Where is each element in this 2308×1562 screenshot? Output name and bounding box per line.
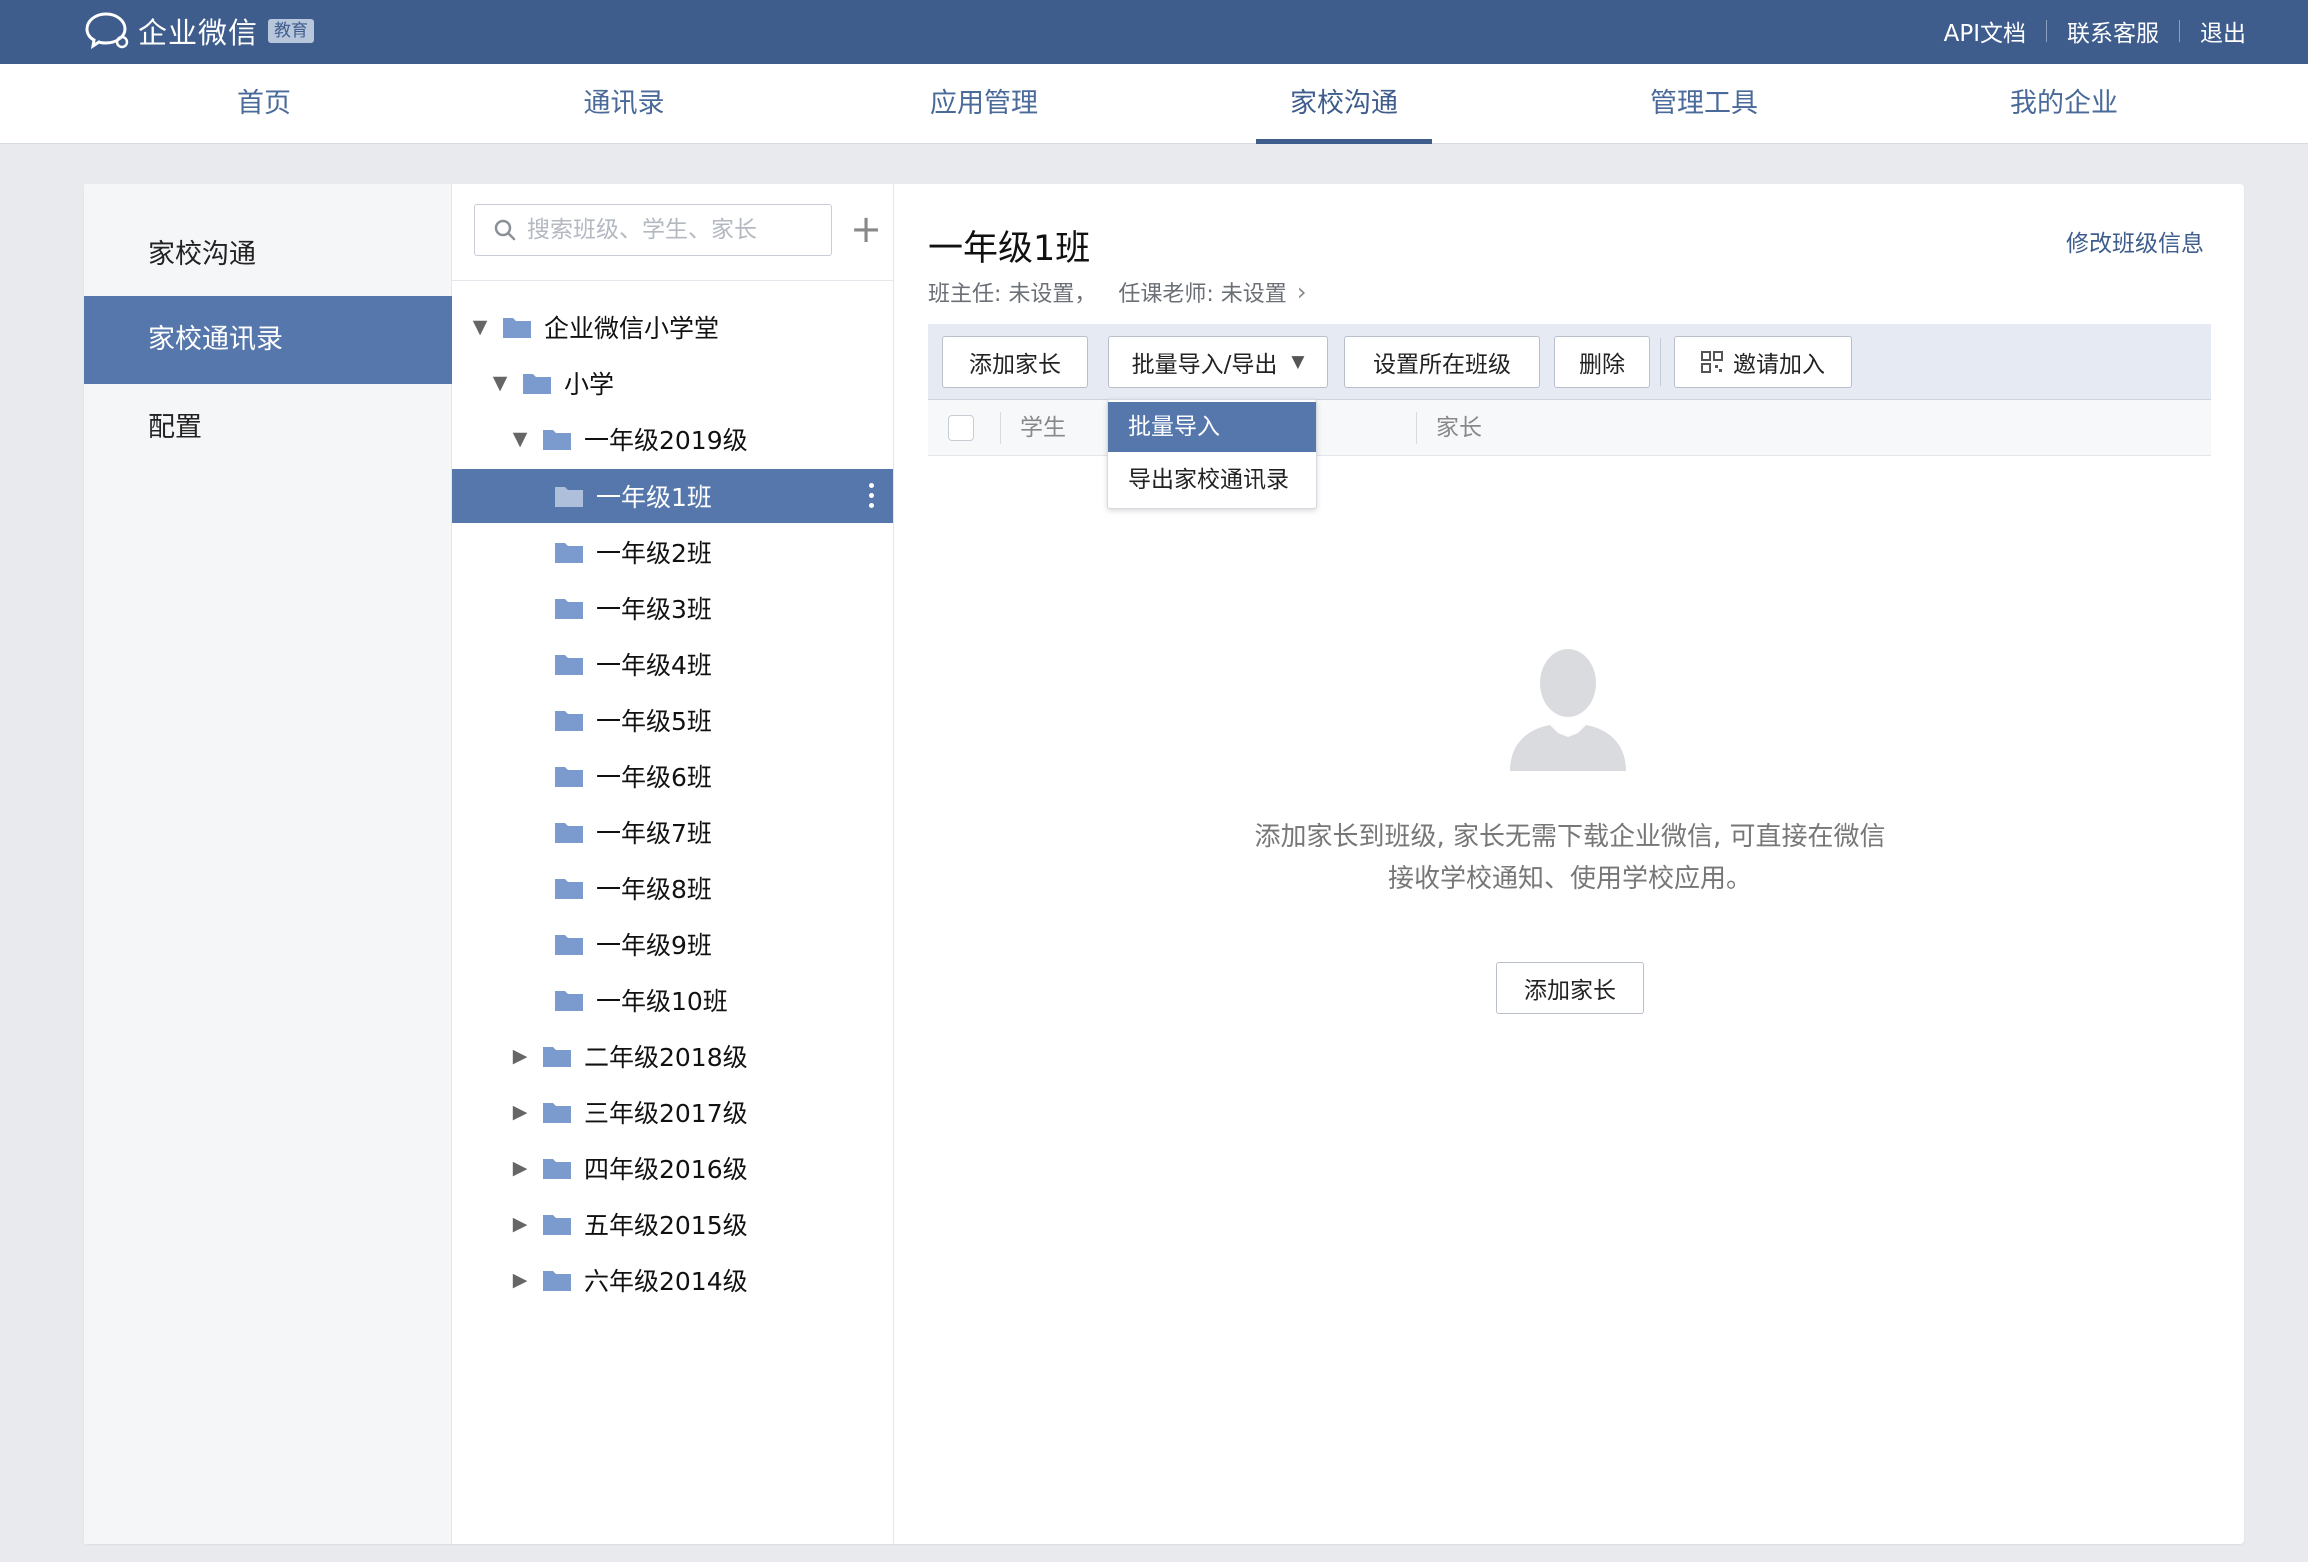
tree-node-class[interactable]: 一年级8班: [452, 861, 893, 915]
folder-icon: [555, 487, 583, 507]
empty-add-parent-button[interactable]: 添加家长: [1496, 962, 1644, 1014]
tree-node-grade[interactable]: ▶ 二年级2018级: [452, 1029, 893, 1083]
contact-support-link[interactable]: 联系客服: [2067, 14, 2159, 48]
menu-item-batch-import[interactable]: 批量导入: [1108, 402, 1316, 452]
nav-tools[interactable]: 管理工具: [1616, 64, 1792, 144]
folder-icon: [555, 991, 583, 1011]
sidebar-item-contacts[interactable]: 家校通讯录: [84, 296, 452, 384]
collapse-arrow-icon[interactable]: ▶: [510, 1213, 530, 1235]
app-name: 企业微信: [138, 16, 259, 50]
collapse-arrow-icon[interactable]: ▶: [510, 1157, 530, 1179]
select-all-checkbox[interactable]: [948, 415, 974, 441]
menu-item-export-contacts[interactable]: 导出家校通讯录: [1108, 455, 1316, 505]
search-icon: [494, 219, 516, 241]
folder-icon: [523, 374, 551, 394]
wecom-logo-icon: [85, 12, 129, 50]
delete-button[interactable]: 删除: [1554, 336, 1650, 388]
link-divider: [2179, 20, 2180, 42]
tree-node-grade[interactable]: ▼ 一年级2019级: [452, 412, 893, 466]
nav-home-school[interactable]: 家校沟通: [1256, 64, 1432, 144]
search-box: [474, 204, 832, 256]
folder-icon: [543, 1215, 571, 1235]
nav-contacts[interactable]: 通讯录: [536, 64, 712, 144]
folder-icon: [555, 823, 583, 843]
divider: [452, 280, 894, 281]
main-nav: 首页 通讯录 应用管理 家校沟通 管理工具 我的企业: [0, 64, 2308, 144]
logo[interactable]: 企业微信 教育: [84, 10, 315, 52]
nav-my-company[interactable]: 我的企业: [1976, 64, 2152, 144]
tree-node-grade[interactable]: ▶ 六年级2014级: [452, 1253, 893, 1307]
import-export-button[interactable]: 批量导入/导出 ▼: [1108, 336, 1328, 388]
folder-icon: [555, 543, 583, 563]
folder-icon: [555, 879, 583, 899]
expand-arrow-icon[interactable]: ▼: [510, 428, 530, 450]
folder-icon: [543, 1271, 571, 1291]
tree-node-class[interactable]: 一年级7班: [452, 805, 893, 859]
page-title: 一年级1班: [928, 229, 1091, 269]
folder-icon: [555, 767, 583, 787]
sidebar-item-home-school[interactable]: 家校沟通: [84, 211, 452, 299]
add-plus-icon[interactable]: +: [848, 206, 884, 252]
tree-node-grade[interactable]: ▶ 四年级2016级: [452, 1141, 893, 1195]
folder-icon: [555, 711, 583, 731]
import-export-dropdown: 批量导入 导出家校通讯录: [1107, 399, 1317, 509]
invite-button[interactable]: 邀请加入: [1674, 336, 1852, 388]
col-student: 学生: [1020, 415, 1066, 441]
tree-node-class[interactable]: 一年级2班: [452, 525, 893, 579]
empty-avatar-icon: [1510, 649, 1626, 771]
logout-link[interactable]: 退出: [2200, 14, 2246, 48]
main-panel: 家校沟通 家校通讯录 配置 + ▼ 企业微信小学堂 ▼ 小学 ▼ 一年级2019…: [84, 184, 2244, 1544]
sidebar-item-config[interactable]: 配置: [84, 384, 452, 472]
edu-badge: 教育: [268, 19, 315, 43]
api-doc-link[interactable]: API文档: [1944, 14, 2026, 48]
caret-down-icon: ▼: [1291, 352, 1305, 372]
class-tree: + ▼ 企业微信小学堂 ▼ 小学 ▼ 一年级2019级 一年级1班 一年级2班: [452, 184, 894, 1544]
toolbar: 添加家长 批量导入/导出 ▼ 设置所在班级 删除 邀请加入: [928, 324, 2211, 400]
tree-node-root[interactable]: ▼ 企业微信小学堂: [452, 300, 893, 354]
expand-arrow-icon[interactable]: ▼: [470, 316, 490, 338]
folder-icon: [555, 655, 583, 675]
head-teacher: 班主任: 未设置，: [928, 282, 1097, 307]
qrcode-icon: [1701, 351, 1723, 373]
nav-apps[interactable]: 应用管理: [896, 64, 1072, 144]
link-divider: [2046, 20, 2047, 42]
tree-node-primary[interactable]: ▼ 小学: [452, 356, 893, 410]
col-parent: 家长: [1436, 415, 1482, 441]
chevron-right-icon: ›: [1296, 278, 1307, 306]
top-links: API文档 联系客服 退出: [1944, 14, 2246, 48]
set-class-button[interactable]: 设置所在班级: [1344, 336, 1540, 388]
folder-icon: [543, 1103, 571, 1123]
sidebar: 家校沟通 家校通讯录 配置: [84, 184, 452, 1544]
collapse-arrow-icon[interactable]: ▶: [510, 1269, 530, 1291]
tree-node-class[interactable]: 一年级4班: [452, 637, 893, 691]
tree-node-class[interactable]: 一年级5班: [452, 693, 893, 747]
folder-icon: [555, 599, 583, 619]
tree-node-class[interactable]: 一年级6班: [452, 749, 893, 803]
folder-icon: [555, 935, 583, 955]
more-icon[interactable]: [869, 483, 875, 509]
top-bar: 企业微信 教育 API文档 联系客服 退出: [0, 0, 2308, 64]
tree-node-class[interactable]: 一年级10班: [452, 973, 893, 1027]
empty-message: 添加家长到班级, 家长无需下载企业微信, 可直接在微信 接收学校通知、使用学校应…: [1254, 822, 1886, 894]
tree-node-class[interactable]: 一年级9班: [452, 917, 893, 971]
folder-icon: [543, 430, 571, 450]
toolbar-divider: [1660, 338, 1661, 386]
folder-icon: [503, 318, 531, 338]
folder-icon: [543, 1159, 571, 1179]
collapse-arrow-icon[interactable]: ▶: [510, 1045, 530, 1067]
class-meta[interactable]: 班主任: 未设置， 任课老师: 未设置 ›: [928, 276, 1306, 308]
search-input[interactable]: [527, 217, 817, 243]
nav-home[interactable]: 首页: [176, 64, 352, 144]
tree-node-grade[interactable]: ▶ 三年级2017级: [452, 1085, 893, 1139]
expand-arrow-icon[interactable]: ▼: [490, 372, 510, 394]
tree-node-class[interactable]: 一年级1班: [452, 469, 893, 523]
tree-node-class[interactable]: 一年级3班: [452, 581, 893, 635]
folder-icon: [543, 1047, 571, 1067]
collapse-arrow-icon[interactable]: ▶: [510, 1101, 530, 1123]
add-parent-button[interactable]: 添加家长: [942, 336, 1088, 388]
subject-teacher: 任课老师: 未设置: [1118, 282, 1287, 307]
tree-node-grade[interactable]: ▶ 五年级2015级: [452, 1197, 893, 1251]
edit-class-link[interactable]: 修改班级信息: [2066, 224, 2204, 258]
